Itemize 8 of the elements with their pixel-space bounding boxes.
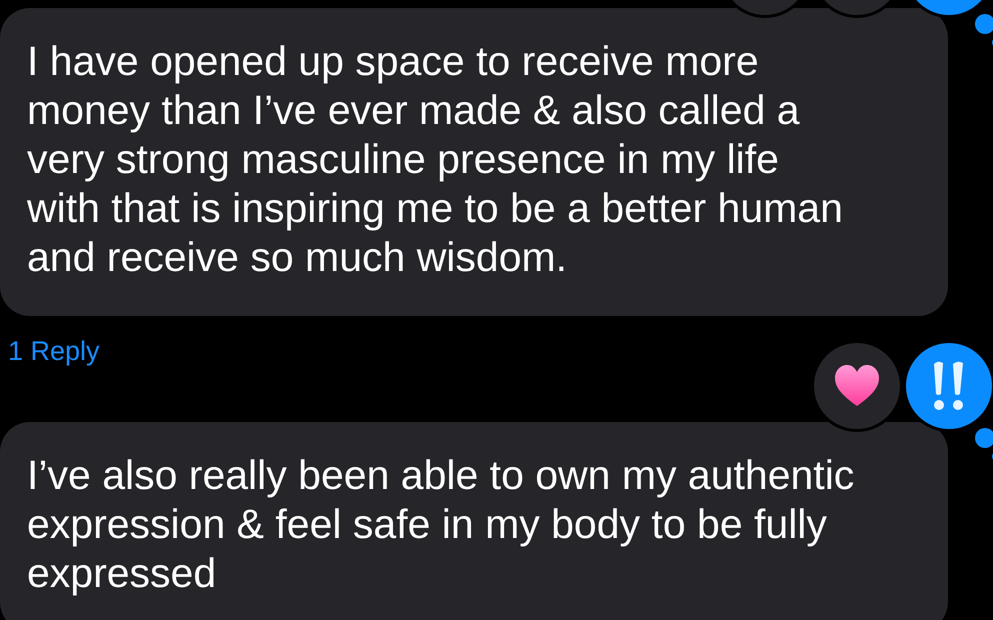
message-bubble[interactable]: I’ve also really been able to own my authentic expression & feel safe in my body to be fully expressed — [0, 422, 948, 620]
reply-link[interactable]: 1 Reply — [8, 334, 100, 422]
message-text: I have opened up space to receive more money than I’ve ever made & also called a very strong masculine presence in my life with that is inspiring me to be a better human and receive so much wisdom. — [27, 37, 844, 282]
bubble-tail-dot — [975, 428, 993, 448]
heart-icon — [833, 364, 881, 408]
bubble-tail-dot — [975, 14, 993, 34]
message-text: I’ve also really been able to own my authentic expression & feel safe in my body to be fully expressed — [27, 451, 856, 598]
message-bubble[interactable]: I have opened up space to receive more money than I’ve ever made & also called a very strong masculine presence in my life with that is inspiring me to be a better human and receive so much wisdom. — [0, 8, 948, 316]
